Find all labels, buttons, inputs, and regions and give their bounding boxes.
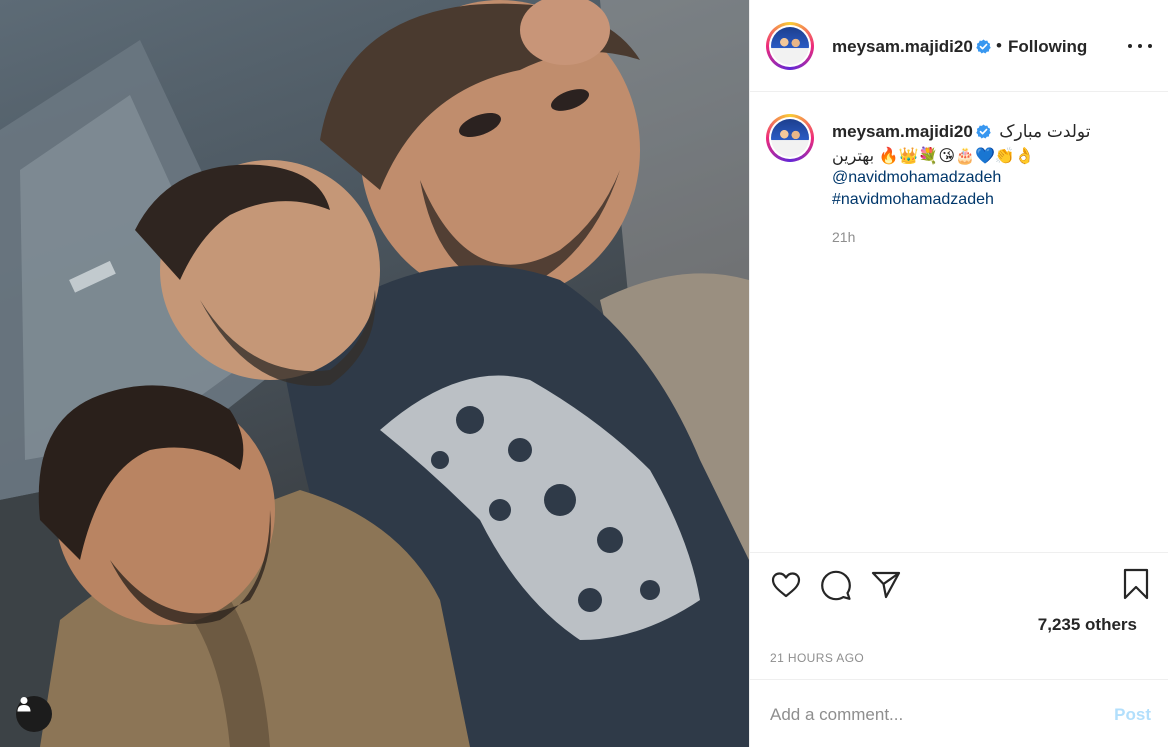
paper-plane-icon[interactable] (870, 569, 902, 601)
post-header: meysam.majidi20 • Following (750, 0, 1168, 92)
caption-text-2: بهترین (832, 148, 875, 165)
comment-bubble-icon[interactable] (820, 569, 852, 601)
caption-line-1: meysam.majidi20 تولدت مبارک (832, 122, 1090, 142)
add-comment-section: Post (750, 679, 1168, 747)
likes-count[interactable]: 7,235 others (1038, 615, 1137, 635)
more-options-icon[interactable] (1128, 36, 1152, 56)
heart-icon[interactable] (770, 569, 802, 601)
photo-illustration (0, 0, 749, 747)
header-username[interactable]: meysam.majidi20 (832, 37, 991, 57)
hashtag-link[interactable]: #navidmohamadzadeh (832, 191, 994, 209)
post-photo[interactable] (0, 0, 749, 747)
following-button[interactable]: Following (1008, 37, 1087, 57)
post-actions: 7,235 others 21 HOURS AGO Post (750, 552, 1168, 747)
caption-text: تولدت مبارک (999, 122, 1091, 141)
caption-emojis: 🔥👑💐😘🎂💙👏👌 (878, 148, 1035, 165)
post-side-panel: meysam.majidi20 • Following meysam.majid… (749, 0, 1168, 747)
caption-comment: meysam.majidi20 تولدت مبارک بهترین 🔥👑💐😘🎂… (750, 92, 1168, 552)
caption-avatar[interactable] (766, 114, 814, 162)
caption-username[interactable]: meysam.majidi20 (832, 122, 991, 141)
caption-line-2: بهترین 🔥👑💐😘🎂💙👏👌 (832, 146, 1035, 166)
avatar[interactable] (766, 22, 814, 70)
separator-dot: • (996, 36, 1002, 55)
mention-link[interactable]: @navidmohamadzadeh (832, 169, 1001, 187)
post-comment-button[interactable]: Post (1114, 705, 1151, 725)
caption-time[interactable]: 21h (832, 229, 855, 245)
post-timestamp[interactable]: 21 HOURS AGO (770, 651, 864, 665)
verified-badge-icon (976, 39, 991, 54)
user-icon (17, 697, 31, 712)
user-tags-button[interactable] (16, 696, 52, 732)
bookmark-icon[interactable] (1121, 567, 1151, 601)
verified-badge-icon (976, 124, 991, 139)
comment-input[interactable] (770, 702, 1090, 728)
